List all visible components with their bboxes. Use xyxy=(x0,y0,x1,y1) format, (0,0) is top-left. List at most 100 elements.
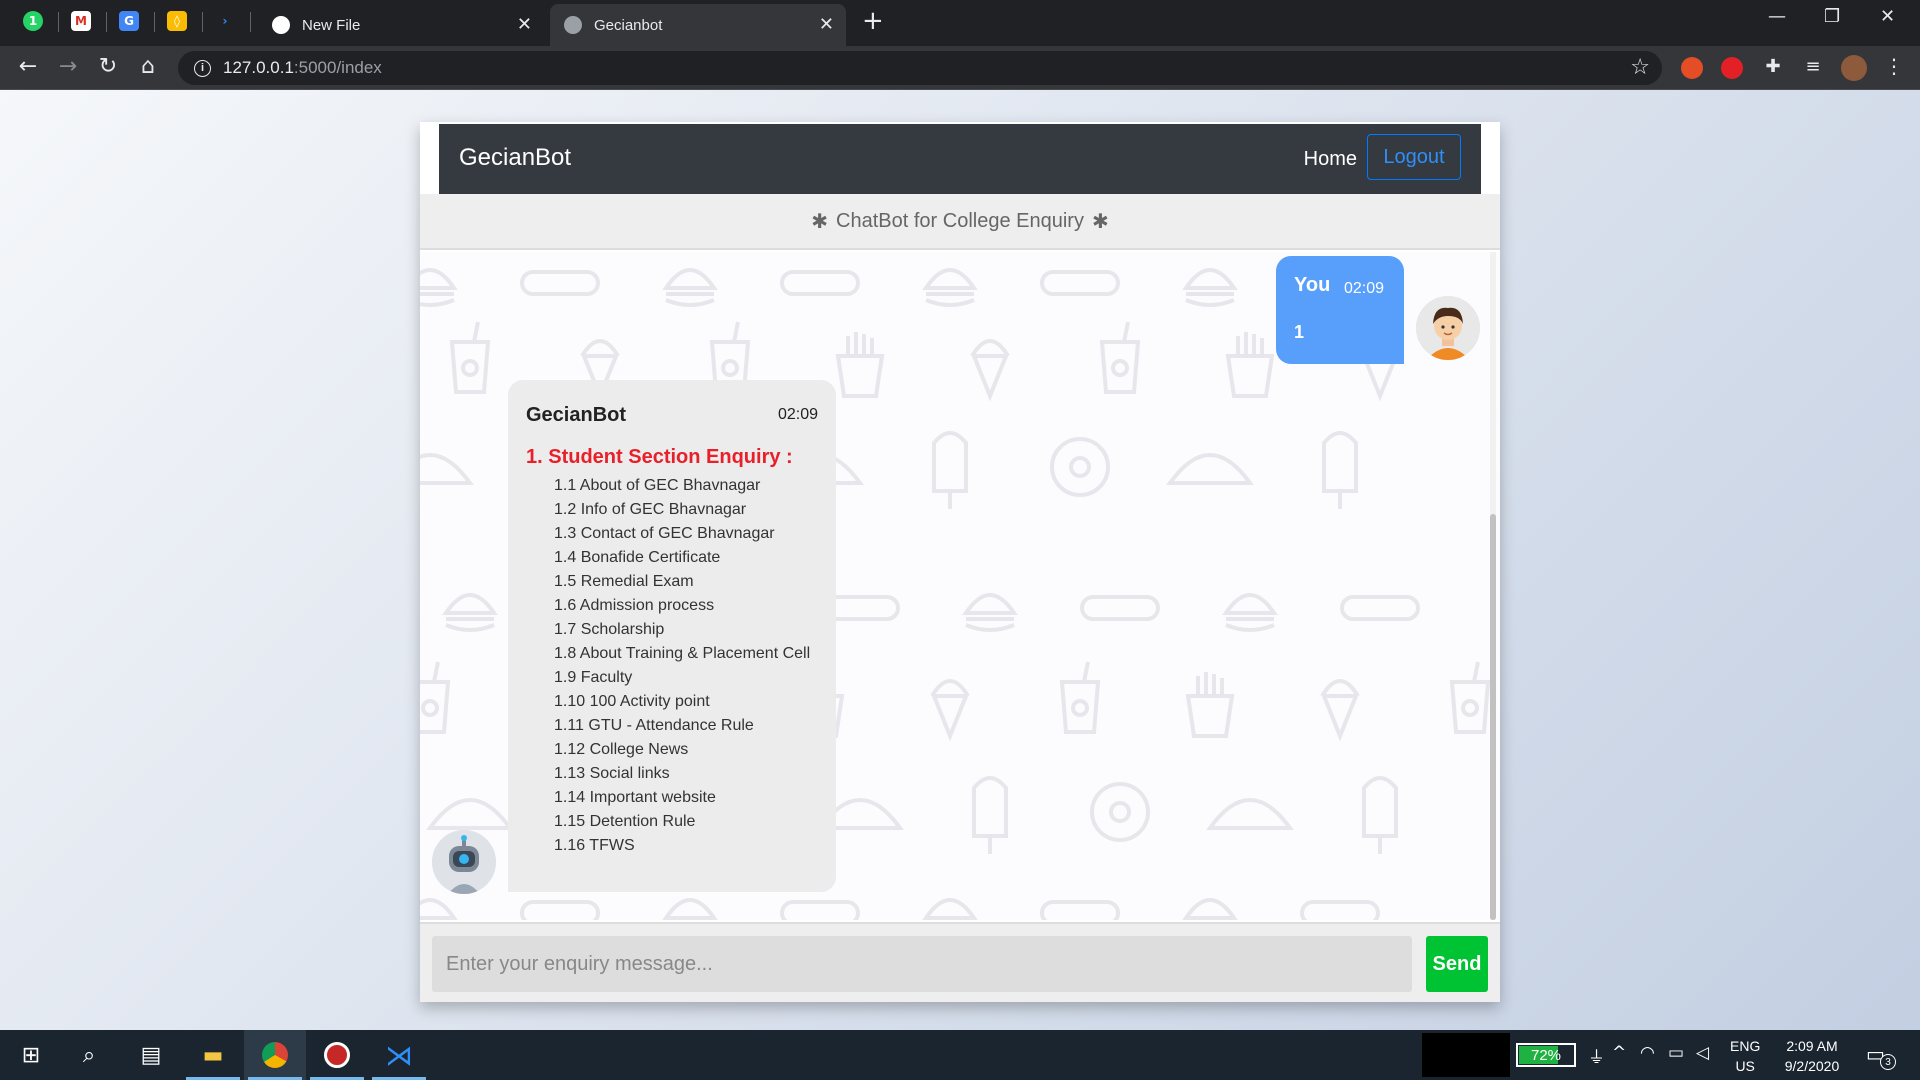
close-tab-icon[interactable]: ✕ xyxy=(517,14,532,35)
search-icon[interactable]: ⌕ xyxy=(58,1030,120,1080)
adblock-icon[interactable] xyxy=(1721,57,1743,79)
chat-header-title: ChatBot for College Enquiry xyxy=(836,209,1084,232)
charging-plug-icon: ⏚ xyxy=(1588,1048,1605,1068)
food-doodle xyxy=(420,268,458,307)
tab-separator xyxy=(250,12,251,32)
google-translate-icon[interactable]: G xyxy=(114,8,144,34)
wifi-icon[interactable]: ◠ xyxy=(1640,1043,1655,1063)
minimize-icon[interactable]: — xyxy=(1768,6,1786,27)
enquiry-message-input[interactable] xyxy=(432,936,1412,992)
bot-message-bubble: GecianBot 02:09 1. Student Section Enqui… xyxy=(508,380,836,892)
extensions-puzzle-icon[interactable]: ✚ xyxy=(1759,56,1787,77)
back-icon[interactable]: ← xyxy=(14,54,42,79)
food-doodle xyxy=(835,332,885,398)
food-doodle xyxy=(1322,431,1358,509)
media-queue-icon[interactable]: ≡ xyxy=(1799,56,1827,77)
list-item: 1.6 Admission process xyxy=(554,597,715,614)
food-doodle xyxy=(442,593,498,632)
battery-indicator[interactable]: 72% xyxy=(1516,1043,1576,1067)
language-code: ENG xyxy=(1730,1038,1761,1054)
home-icon[interactable]: ⌂ xyxy=(134,54,162,79)
language-indicator[interactable]: ENG US xyxy=(1730,1036,1760,1076)
bug-icon: ✱ xyxy=(811,209,829,233)
reload-icon[interactable]: ↻ xyxy=(94,54,122,79)
food-doodle xyxy=(1449,661,1490,734)
close-tab-icon[interactable]: ✕ xyxy=(819,14,834,35)
food-doodle xyxy=(1225,332,1275,398)
user-message-time: 02:09 xyxy=(1344,280,1385,297)
food-doodle xyxy=(1080,595,1160,621)
restore-icon[interactable]: ❐ xyxy=(1824,6,1840,27)
new-tab-button[interactable]: + xyxy=(862,6,884,36)
gmail-icon[interactable]: M xyxy=(66,8,96,34)
site-info-icon[interactable]: i xyxy=(194,59,211,77)
list-item: 1.1 About of GEC Bhavnagar xyxy=(554,477,761,494)
food-doodle xyxy=(420,453,474,485)
browser-tab-strip: 1 M G ◊ › New File ✕ Gecianbot ✕ + — ❐ ✕ xyxy=(0,0,1920,46)
food-doodle xyxy=(1206,798,1294,830)
list-item: 1.2 Info of GEC Bhavnagar xyxy=(554,501,747,518)
chat-scrollbar[interactable] xyxy=(1490,252,1496,920)
forward-icon[interactable]: → xyxy=(54,54,82,79)
window-close-icon[interactable]: ✕ xyxy=(1880,6,1895,27)
list-item: 1.8 About Training & Placement Cell xyxy=(554,645,811,662)
windows-start-icon[interactable]: ⊞ xyxy=(0,1030,62,1080)
list-item: 1.14 Important website xyxy=(554,789,716,806)
vscode-icon[interactable]: ⋊ xyxy=(368,1030,430,1080)
bookmark-star-icon[interactable]: ☆ xyxy=(1630,55,1650,80)
list-item: 1.4 Bonafide Certificate xyxy=(554,549,721,566)
tray-preview xyxy=(1422,1033,1510,1077)
food-doodle xyxy=(972,776,1008,854)
clock-time: 2:09 AM xyxy=(1786,1038,1838,1054)
logout-button[interactable]: Logout xyxy=(1367,134,1461,180)
list-item: 1.16 TFWS xyxy=(554,837,635,854)
tab-new-file[interactable]: New File ✕ xyxy=(258,4,544,46)
task-view-icon[interactable]: ▤ xyxy=(120,1030,182,1080)
food-doodle xyxy=(1182,898,1238,920)
file-explorer-icon[interactable]: ▬ xyxy=(182,1030,244,1080)
address-bar[interactable]: i 127.0.0.1:5000/index ☆ xyxy=(178,51,1662,85)
chrome-icon[interactable] xyxy=(244,1030,306,1080)
google-keep-icon[interactable]: ◊ xyxy=(162,8,192,34)
page-viewport: GecianBot Home Logout ✱ ChatBot for Coll… xyxy=(0,90,1920,1030)
food-doodle xyxy=(449,321,491,394)
vscode-remote-icon[interactable]: › xyxy=(210,8,240,34)
food-doodle xyxy=(922,268,978,307)
nav-home-link[interactable]: Home xyxy=(1304,148,1357,171)
chrome-profile-icon[interactable] xyxy=(306,1030,368,1080)
scrollbar-thumb[interactable] xyxy=(1490,514,1496,920)
volume-icon[interactable]: ◁ xyxy=(1696,1043,1709,1063)
notification-count: 3 xyxy=(1880,1054,1896,1070)
food-doodle xyxy=(1166,453,1254,485)
whatsapp-icon[interactable]: 1 xyxy=(18,8,48,34)
clock-date: 9/2/2020 xyxy=(1784,1058,1840,1074)
extension-icon[interactable] xyxy=(1681,57,1703,79)
food-doodle xyxy=(1320,679,1360,742)
list-item: 1.12 College News xyxy=(554,741,689,758)
food-doodle xyxy=(1300,900,1380,920)
food-doodle xyxy=(1185,672,1235,738)
food-doodle xyxy=(922,898,978,920)
menu-kebab-icon[interactable]: ⋮ xyxy=(1880,54,1908,78)
tab-gecianbot[interactable]: Gecianbot ✕ xyxy=(550,4,846,46)
tab-separator xyxy=(106,12,107,32)
navbar-brand[interactable]: GecianBot xyxy=(459,144,571,172)
navbar: GecianBot Home Logout xyxy=(439,124,1481,194)
profile-avatar[interactable] xyxy=(1841,55,1867,81)
user-message-text: 1 xyxy=(1294,322,1305,342)
region-code: US xyxy=(1735,1058,1755,1074)
food-doodle xyxy=(520,900,600,920)
bot-avatar xyxy=(432,830,496,894)
system-clock[interactable]: 2:09 AM 9/2/2020 xyxy=(1778,1036,1846,1076)
tab-title: New File xyxy=(302,16,361,34)
food-doodle xyxy=(962,593,1018,632)
food-doodle xyxy=(420,898,458,920)
chat-messages-area[interactable]: You 02:09 1 GecianBot 02:09 1. Student S… xyxy=(420,252,1500,920)
food-doodle xyxy=(1182,268,1238,307)
notification-center-icon[interactable]: ▭ 3 xyxy=(1866,1042,1896,1070)
user-message-bubble: You 02:09 1 xyxy=(1276,256,1404,364)
message-input-area: Send xyxy=(420,922,1500,1002)
send-button[interactable]: Send xyxy=(1426,936,1488,992)
battery-tray-icon[interactable]: ▭ xyxy=(1668,1043,1684,1063)
show-hidden-icons-icon[interactable]: ^ xyxy=(1612,1043,1626,1063)
